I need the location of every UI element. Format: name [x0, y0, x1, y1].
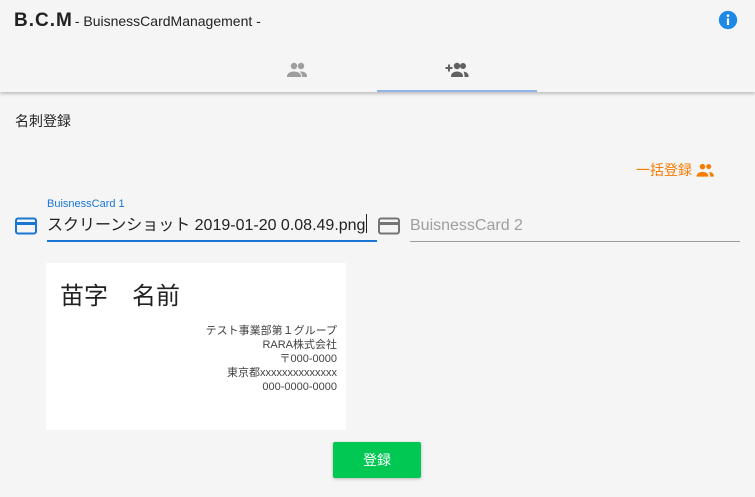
brand-name: B.C.M	[14, 10, 73, 31]
group-icon	[696, 163, 714, 177]
bulk-register-link[interactable]: 一括登録	[636, 160, 715, 180]
tab-bar	[217, 48, 537, 92]
page-title: 名刺登録	[15, 113, 71, 129]
app-title: B.C.M - BuisnessCardManagement -	[14, 10, 261, 32]
person-add-icon	[445, 62, 469, 77]
text-caret	[366, 214, 368, 233]
card-phone: 000-0000-0000	[262, 381, 337, 393]
card-company: RARA株式会社	[262, 339, 337, 351]
register-button-label: 登録	[363, 452, 391, 468]
card-department: テスト事業部第１グループ	[205, 325, 337, 337]
business-card-2-input[interactable]: BuisnessCard 2	[410, 212, 740, 242]
field1-floating-label: BuisnessCard 1	[47, 198, 125, 210]
info-icon[interactable]	[718, 10, 738, 30]
card-name: 苗字 名前	[60, 283, 180, 310]
business-card-preview: 苗字 名前 テスト事業部第１グループ RARA株式会社 〒000-0000 東京…	[46, 263, 346, 430]
business-card-2-placeholder: BuisnessCard 2	[410, 217, 523, 234]
card-address: 東京都xxxxxxxxxxxxxx	[227, 367, 337, 379]
card-postal-code: 〒000-0000	[279, 353, 338, 365]
card-details: テスト事業部第１グループ RARA株式会社 〒000-0000 東京都xxxxx…	[206, 324, 337, 394]
credit-card-icon	[378, 217, 400, 235]
app-subtitle: - BuisnessCardManagement -	[74, 13, 261, 29]
business-card-1-value: スクリーンショット 2019-01-20 0.08.49.png	[47, 217, 366, 234]
people-icon	[287, 62, 307, 77]
tab-card-register[interactable]	[377, 48, 537, 92]
app-header: B.C.M - BuisnessCardManagement -	[0, 0, 755, 92]
business-card-1-input[interactable]: スクリーンショット 2019-01-20 0.08.49.png	[47, 212, 377, 242]
register-button[interactable]: 登録	[333, 442, 421, 478]
active-tab-indicator	[377, 90, 537, 92]
bulk-register-label: 一括登録	[636, 162, 692, 178]
credit-card-icon	[15, 217, 37, 235]
tab-card-list[interactable]	[217, 48, 377, 92]
